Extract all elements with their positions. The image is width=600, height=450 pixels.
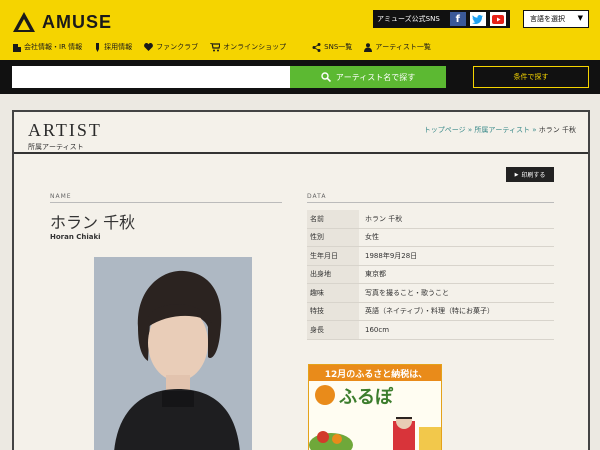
cart-icon xyxy=(210,42,221,51)
row-key: 性別 xyxy=(307,228,359,246)
table-row: 生年月日 1988年9月28日 xyxy=(307,247,554,266)
row-value: 写真を撮ること・歌うこと xyxy=(365,288,449,297)
nav-label: 採用情報 xyxy=(104,43,133,51)
breadcrumb-current: ホラン 千秋 xyxy=(538,126,576,134)
building-icon xyxy=(13,43,21,52)
row-value: 女性 xyxy=(365,233,379,242)
row-key: 出身地 xyxy=(307,265,359,283)
youtube-icon[interactable] xyxy=(489,12,506,26)
row-value: ホラン 千秋 xyxy=(365,214,403,223)
breadcrumb-artists[interactable]: 所属アーティスト xyxy=(474,126,530,134)
table-row: 身長 160cm xyxy=(307,321,554,340)
nav-label: SNS一覧 xyxy=(324,43,353,51)
amuse-logo-mark-icon xyxy=(13,12,35,32)
nav-item-fanclub[interactable]: ファンクラブ xyxy=(144,42,198,52)
person-icon xyxy=(364,42,373,52)
artist-data-table: 名前 ホラン 千秋 性別 女性 生年月日 1988年9月28日 出身地 東京都 … xyxy=(307,210,554,340)
share-icon xyxy=(312,42,321,52)
nav-item-recruit[interactable]: 採用情報 xyxy=(94,42,132,52)
nav-item-artist-list[interactable]: アーティスト一覧 xyxy=(364,42,431,52)
search-by-condition-button[interactable]: 条件で探す xyxy=(473,66,589,88)
print-button-label: 印刷する xyxy=(521,172,546,179)
artist-name-en: Horan Chiaki xyxy=(50,233,101,241)
language-select-label: 言語を選択 xyxy=(530,15,565,23)
amuse-logo[interactable]: AMUSE xyxy=(12,10,112,34)
table-row: 趣味 写真を撮ること・歌うこと xyxy=(307,284,554,303)
breadcrumb: トップページ » 所属アーティスト » ホラン 千秋 xyxy=(424,125,576,135)
twitter-icon[interactable] xyxy=(469,12,486,26)
page-subtitle: 所属アーティスト xyxy=(28,143,84,151)
top-nav: 会社情報・IR 情報 採用情報 ファンクラブ オンラインショップ SNS一覧 ア… xyxy=(12,42,443,52)
row-key: 身長 xyxy=(307,321,359,339)
table-row: 特技 英語（ネイティブ）・料理（特にお菓子） xyxy=(307,302,554,321)
sns-label: アミューズ公式SNS xyxy=(377,15,440,23)
nav-label: アーティスト一覧 xyxy=(375,43,431,51)
nav-label: オンラインショップ xyxy=(223,43,287,51)
search-icon xyxy=(321,72,331,82)
row-value: 東京都 xyxy=(365,270,386,279)
banner-brand: ふるぽ xyxy=(339,387,393,408)
row-key: 名前 xyxy=(307,210,359,228)
nav-label: ファンクラブ xyxy=(156,43,199,51)
banner-logo-icon xyxy=(315,385,335,405)
name-section-divider xyxy=(50,202,282,203)
row-value: 160cm xyxy=(365,325,390,334)
artist-panel: ARTIST 所属アーティスト トップページ » 所属アーティスト » ホラン … xyxy=(12,110,590,450)
nav-item-sns[interactable]: SNS一覧 xyxy=(312,42,352,52)
name-section-label: NAME xyxy=(50,193,72,200)
data-section-divider xyxy=(307,202,554,203)
site-header: AMUSE アミューズ公式SNS f 言語を選択 ▼ 会社情報・IR 情報 採用… xyxy=(0,0,600,60)
banner-illustration xyxy=(309,417,441,450)
play-icon: ▶ xyxy=(514,171,519,178)
banner-headline: 12月のふるさと納税は、 xyxy=(309,365,441,381)
chevron-down-icon: ▼ xyxy=(577,14,583,22)
nav-item-online-shop[interactable]: オンラインショップ xyxy=(210,42,286,52)
breadcrumb-top[interactable]: トップページ xyxy=(424,126,466,134)
page-title: ARTIST xyxy=(28,120,102,140)
row-value: 1988年9月28日 xyxy=(365,251,418,260)
furusato-ad-banner[interactable]: 12月のふるさと納税は、 ふるぽ xyxy=(308,364,442,450)
artist-name-jp: ホラン 千秋 xyxy=(50,213,136,232)
pen-icon xyxy=(96,42,100,52)
logo-text: AMUSE xyxy=(42,11,113,32)
artist-search-input[interactable] xyxy=(12,66,290,88)
nav-label: 会社情報・IR 情報 xyxy=(24,43,83,51)
data-section-label: DATA xyxy=(307,193,327,200)
row-value: 英語（ネイティブ）・料理（特にお菓子） xyxy=(365,307,494,316)
artist-photo xyxy=(94,257,252,450)
print-button[interactable]: ▶ 印刷する xyxy=(506,167,554,182)
table-row: 出身地 東京都 xyxy=(307,265,554,284)
row-key: 趣味 xyxy=(307,284,359,302)
facebook-icon[interactable]: f xyxy=(449,12,466,26)
header-divider xyxy=(14,152,588,154)
search-artist-button[interactable]: アーティスト名で探す xyxy=(290,66,446,88)
search-button-label: アーティスト名で探す xyxy=(335,72,416,82)
table-row: 名前 ホラン 千秋 xyxy=(307,210,554,229)
sns-links: アミューズ公式SNS f xyxy=(373,10,510,28)
heart-icon xyxy=(144,43,154,51)
nav-item-company-ir[interactable]: 会社情報・IR 情報 xyxy=(12,42,82,52)
row-key: 生年月日 xyxy=(307,247,359,265)
row-key: 特技 xyxy=(307,302,359,320)
table-row: 性別 女性 xyxy=(307,228,554,247)
language-select[interactable]: 言語を選択 ▼ xyxy=(523,10,589,28)
artist-section-header: ARTIST 所属アーティスト トップページ » 所属アーティスト » ホラン … xyxy=(14,112,588,152)
